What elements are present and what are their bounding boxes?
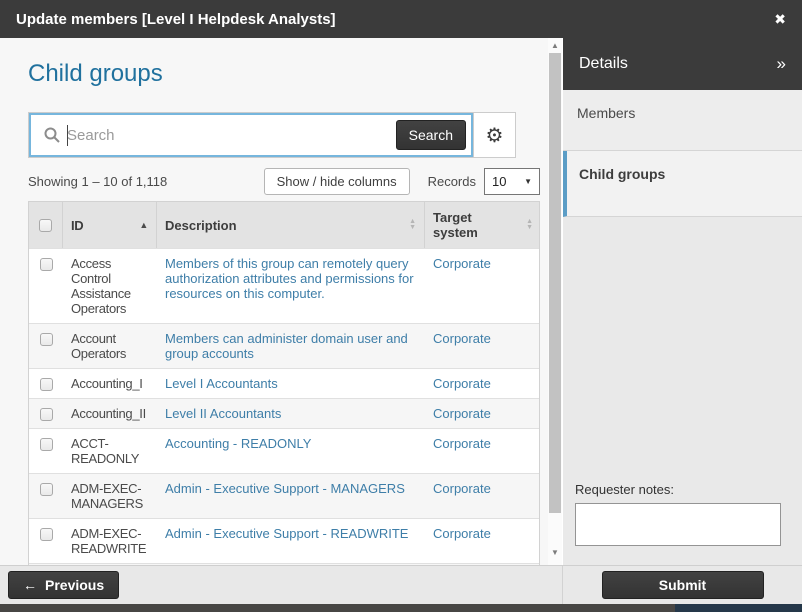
show-hide-columns-button[interactable]: Show / hide columns	[264, 168, 410, 195]
column-header-description[interactable]: Description ▲▼	[157, 202, 425, 248]
sort-asc-icon: ▲	[133, 221, 148, 230]
bottom-bar-right	[675, 604, 802, 612]
records-select[interactable]: 10 ▼	[484, 168, 540, 195]
child-groups-table: ID ▲ Description ▲▼ Target system ▲▼ Acc…	[28, 201, 540, 565]
records-select-value: 10	[492, 174, 524, 189]
table-row: Access Control Assistance Operators Memb…	[29, 248, 539, 323]
bottom-bar-left	[0, 604, 675, 612]
details-title: Details	[579, 55, 628, 73]
row-checkbox[interactable]	[40, 528, 53, 541]
submit-button[interactable]: Submit	[602, 571, 764, 599]
cell-description-link[interactable]: Members can administer domain user and g…	[165, 331, 408, 361]
dialog-title: Update members [Level I Helpdesk Analyst…	[16, 11, 336, 28]
chevron-down-icon: ▼	[524, 177, 532, 186]
table-body: Access Control Assistance Operators Memb…	[29, 248, 539, 565]
cell-target-system-link[interactable]: Corporate	[433, 256, 491, 271]
search-row: Search ⚙	[28, 112, 548, 158]
table-header: ID ▲ Description ▲▼ Target system ▲▼	[29, 202, 539, 248]
row-checkbox[interactable]	[40, 408, 53, 421]
cell-id: ADM-EXEC-READWRITE	[63, 519, 157, 563]
cell-target-system-link[interactable]: Corporate	[433, 481, 491, 496]
footer-sidebar: Submit	[562, 566, 802, 604]
table-row: ACCT-READONLY Accounting - READONLY Corp…	[29, 428, 539, 473]
cell-target-system-link[interactable]: Corporate	[433, 406, 491, 421]
page-title: Child groups	[28, 60, 548, 90]
scrollbar-thumb[interactable]	[549, 53, 561, 513]
table-toolbar: Showing 1 – 10 of 1,118 Show / hide colu…	[28, 167, 540, 195]
cell-id: ADM-EXEC-MANAGERS	[63, 474, 157, 518]
showing-count: Showing 1 – 10 of 1,118	[28, 174, 167, 189]
cell-id: Accounting_I	[63, 369, 157, 398]
select-all-cell	[29, 202, 63, 248]
vertical-scrollbar[interactable]: ▲ ▼	[548, 38, 562, 565]
bottom-bar	[0, 604, 802, 612]
details-sidebar: Details » Members Child groups Requester…	[562, 38, 802, 565]
collapse-chevron-icon[interactable]: »	[777, 54, 786, 74]
table-row: Accounting_I Level I Accountants Corpora…	[29, 368, 539, 398]
row-checkbox[interactable]	[40, 378, 53, 391]
column-header-id[interactable]: ID ▲	[63, 202, 157, 248]
scroll-up-icon[interactable]: ▲	[548, 40, 562, 52]
requester-notes-section: Requester notes:	[563, 482, 802, 565]
cell-target-system-link[interactable]: Corporate	[433, 436, 491, 451]
requester-notes-input[interactable]	[575, 503, 781, 546]
update-members-dialog: Update members [Level I Helpdesk Analyst…	[0, 0, 802, 612]
requester-notes-label: Requester notes:	[575, 482, 780, 497]
arrow-left-icon: ←	[23, 577, 37, 593]
tab-members[interactable]: Members	[563, 90, 802, 151]
cell-id: Access Control Assistance Operators	[63, 249, 157, 323]
main-panel: Child groups Search ⚙ Sho	[0, 38, 548, 565]
tab-child-groups[interactable]: Child groups	[563, 151, 802, 217]
table-row: Account Operators Members can administer…	[29, 323, 539, 368]
previous-button[interactable]: ← Previous	[8, 571, 119, 599]
search-box: Search	[29, 113, 473, 157]
records-control: Records 10 ▼	[428, 168, 540, 195]
cell-description-link[interactable]: Level I Accountants	[165, 376, 278, 391]
search-button[interactable]: Search	[396, 120, 466, 150]
cell-description-link[interactable]: Admin - Executive Support - MANAGERS	[165, 481, 405, 496]
cell-target-system-link[interactable]: Corporate	[433, 376, 491, 391]
search-input[interactable]	[61, 127, 396, 144]
row-checkbox[interactable]	[40, 438, 53, 451]
column-header-target-system[interactable]: Target system ▲▼	[425, 202, 541, 248]
gear-icon[interactable]: ⚙	[473, 113, 515, 157]
row-checkbox[interactable]	[40, 483, 53, 496]
records-label: Records	[428, 174, 476, 189]
cell-target-system-link[interactable]: Corporate	[433, 526, 491, 541]
close-icon[interactable]: ✖	[774, 11, 786, 28]
dialog-footer: ← Previous Submit	[0, 565, 802, 604]
cell-description-link[interactable]: Accounting - READONLY	[165, 436, 311, 451]
sort-icons: ▲▼	[520, 219, 533, 231]
table-row: ADM-EXEC-MANAGERS Admin - Executive Supp…	[29, 473, 539, 518]
search-icon	[43, 126, 61, 144]
cell-description-link[interactable]: Admin - Executive Support - READWRITE	[165, 526, 408, 541]
scroll-down-icon[interactable]: ▼	[548, 547, 562, 559]
table-row: Accounting_II Level II Accountants Corpo…	[29, 398, 539, 428]
cell-description-link[interactable]: Level II Accountants	[165, 406, 281, 421]
row-checkbox[interactable]	[40, 333, 53, 346]
text-cursor	[67, 125, 68, 146]
footer-main: ← Previous	[0, 566, 562, 604]
dialog-titlebar: Update members [Level I Helpdesk Analyst…	[0, 0, 802, 38]
search-container: Search ⚙	[28, 112, 516, 158]
row-checkbox[interactable]	[40, 258, 53, 271]
cell-target-system-link[interactable]: Corporate	[433, 331, 491, 346]
sort-icons: ▲▼	[403, 219, 416, 231]
cell-id: Accounting_II	[63, 399, 157, 428]
details-header: Details »	[563, 38, 802, 90]
table-row: ADM-EXEC-READWRITE Admin - Executive Sup…	[29, 518, 539, 563]
cell-id: ACCT-READONLY	[63, 429, 157, 473]
cell-description-link[interactable]: Members of this group can remotely query…	[165, 256, 414, 301]
cell-id: Account Operators	[63, 324, 157, 368]
select-all-checkbox[interactable]	[39, 219, 52, 232]
sidebar-spacer	[563, 217, 802, 482]
dialog-body: Child groups Search ⚙ Sho	[0, 38, 802, 565]
